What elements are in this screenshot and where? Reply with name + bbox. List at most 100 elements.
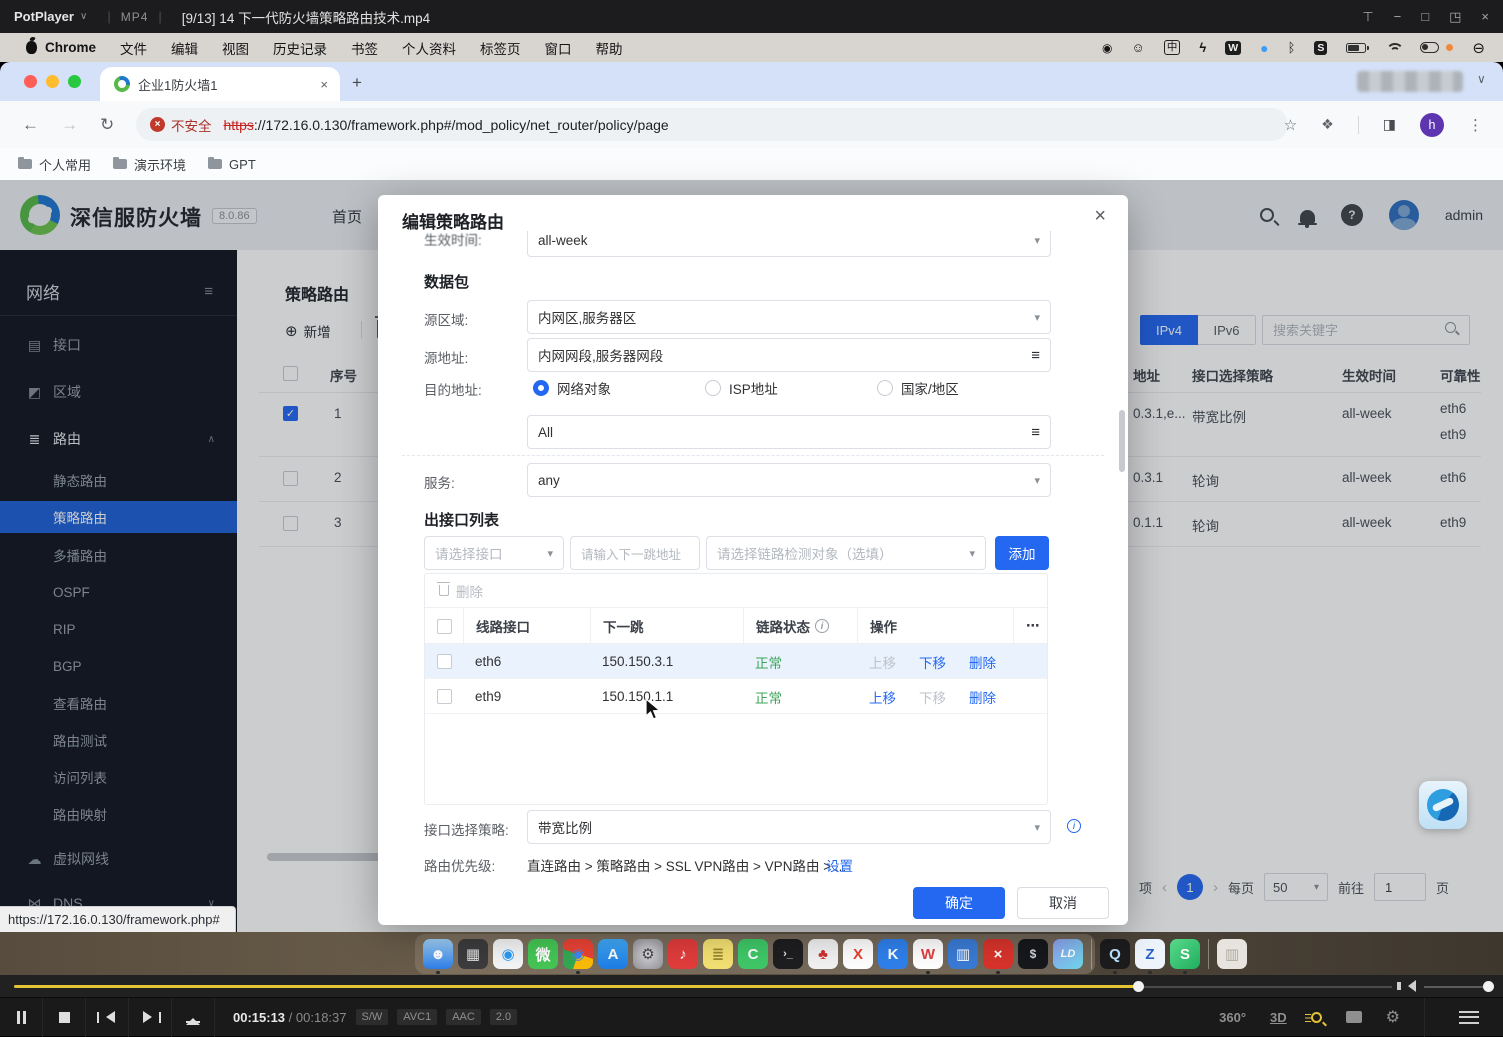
move-up-link[interactable]: 上移 — [869, 644, 896, 679]
priority-settings-link[interactable]: 设置 — [826, 855, 853, 875]
delete-selected-button[interactable]: 删除 — [456, 581, 483, 601]
dock-ldplayer-icon[interactable]: LD — [1053, 939, 1083, 969]
pause-button[interactable] — [0, 998, 43, 1037]
speaker-icon[interactable] — [1402, 980, 1416, 992]
sangfor-float-widget[interactable] — [1419, 781, 1467, 829]
link-probe-select[interactable]: 请选择链路检测对象（选填） ▾ — [706, 536, 986, 570]
volume-track[interactable] — [1424, 986, 1488, 988]
bookmark-folder-demo[interactable]: 演示环境 — [113, 155, 186, 174]
bookmark-star-icon[interactable]: ☆ — [1284, 116, 1297, 134]
extensions-icon[interactable]: ❖ — [1321, 116, 1334, 133]
cancel-button[interactable]: 取消 — [1017, 887, 1109, 919]
menu-view[interactable]: 视图 — [222, 38, 249, 58]
menubar-app-name[interactable]: Chrome — [45, 40, 96, 55]
move-up-link[interactable]: 上移 — [869, 679, 896, 714]
radio-network-object[interactable]: 网络对象 — [533, 378, 611, 398]
tab-search-chevron-icon[interactable]: ∨ — [1477, 72, 1486, 86]
playlist-menu-icon[interactable] — [1459, 1011, 1479, 1024]
list-picker-icon[interactable]: ≡ — [1031, 424, 1040, 441]
page-url[interactable]: https://172.16.0.130/framework.php#/mod_… — [224, 117, 669, 133]
traffic-close-button[interactable] — [24, 75, 37, 88]
view-360-button[interactable]: 360° — [1219, 1010, 1246, 1025]
menu-tabs[interactable]: 标签页 — [480, 38, 521, 58]
reload-button[interactable]: ↻ — [100, 115, 114, 135]
wps-tray-icon[interactable]: W — [1225, 41, 1241, 55]
dock-wechat-icon[interactable]: 微 — [528, 939, 558, 969]
radio-isp-addr[interactable]: ISP地址 — [705, 378, 778, 398]
chevron-down-icon[interactable]: ∨ — [80, 11, 87, 22]
subtitle-icon[interactable] — [1346, 1011, 1362, 1023]
not-secure-label[interactable]: 不安全 — [171, 115, 212, 135]
pin-icon[interactable]: ⊤ — [1362, 9, 1373, 25]
bookmark-folder-gpt[interactable]: GPT — [208, 157, 256, 172]
row-checkbox[interactable] — [437, 654, 452, 669]
ime-icon[interactable]: 中 — [1164, 40, 1181, 55]
settings-gear-icon[interactable]: ⚙ — [1386, 1007, 1400, 1027]
dock-search-tool-icon[interactable]: Q — [1100, 939, 1130, 969]
select-all-checkbox[interactable] — [437, 619, 452, 634]
list-picker-icon[interactable]: ≡ — [1031, 347, 1040, 364]
fullscreen-icon[interactable]: ◳ — [1449, 9, 1461, 25]
browser-tab[interactable]: 企业1防火墙1 × — [100, 67, 340, 101]
record-status-icon[interactable]: ◉ — [1102, 41, 1112, 55]
menu-help[interactable]: 帮助 — [596, 38, 623, 58]
dock-iterm-icon[interactable]: $ — [1018, 939, 1048, 969]
new-tab-button[interactable]: + — [352, 73, 362, 93]
profile-avatar[interactable]: h — [1420, 113, 1444, 137]
dock-wps-icon[interactable]: W — [913, 939, 943, 969]
eject-button[interactable] — [172, 998, 215, 1037]
radio-country-region[interactable]: 国家/地区 — [877, 378, 959, 398]
dnd-icon[interactable]: ⊖ — [1472, 39, 1485, 57]
menu-bookmarks[interactable]: 书签 — [351, 38, 378, 58]
interface-row-eth6[interactable]: eth6 150.150.3.1 正常 上移 下移 删除 — [425, 644, 1047, 679]
dock-douyin-icon[interactable]: ♪ — [668, 939, 698, 969]
view-3d-button[interactable]: 3D — [1270, 1010, 1287, 1025]
interface-row-eth9[interactable]: eth9 150.150.1.1 正常 上移 下移 删除 — [425, 679, 1047, 714]
dock-appstore-icon[interactable]: A — [598, 939, 628, 969]
effective-time-select[interactable]: all-week ▾ — [527, 231, 1051, 257]
previous-button[interactable] — [86, 998, 129, 1037]
not-secure-icon[interactable]: × — [150, 117, 165, 132]
menu-file[interactable]: 文件 — [120, 38, 147, 58]
snip-icon[interactable]: ϟ — [1199, 40, 1206, 55]
dock-launchpad-icon[interactable]: ▦ — [458, 939, 488, 969]
menu-edit[interactable]: 编辑 — [171, 38, 198, 58]
close-icon[interactable]: × — [1481, 9, 1489, 25]
dock-terminal-icon[interactable]: ›_ — [773, 939, 803, 969]
side-panel-icon[interactable]: ◨ — [1383, 116, 1396, 133]
policy-select[interactable]: 带宽比例 ▾ — [527, 810, 1051, 844]
add-interface-button[interactable]: 添加 — [995, 536, 1049, 570]
browser-tray-icon[interactable]: ● — [1260, 40, 1268, 56]
dock-clash-icon[interactable]: Z — [1135, 939, 1165, 969]
potplayer-app-name[interactable]: PotPlayer — [14, 9, 74, 24]
menu-profile[interactable]: 个人资料 — [402, 38, 456, 58]
dock-netease-icon[interactable]: × — [983, 939, 1013, 969]
ok-button[interactable]: 确定 — [913, 887, 1005, 919]
service-select[interactable]: any ▾ — [527, 463, 1051, 497]
smiley-icon[interactable]: ☺ — [1132, 40, 1145, 55]
dock-finder-icon[interactable]: ☻ — [423, 939, 453, 969]
delete-link[interactable]: 删除 — [969, 679, 996, 714]
menu-history[interactable]: 历史记录 — [273, 38, 327, 58]
interface-select[interactable]: 请选择接口 ▾ — [424, 536, 564, 570]
dock-capcut-icon[interactable]: C — [738, 939, 768, 969]
dock-safari-icon[interactable]: ◉ — [493, 939, 523, 969]
dock-settings-icon[interactable]: ⚙ — [633, 939, 663, 969]
minimize-icon[interactable]: − — [1394, 9, 1402, 25]
maximize-icon[interactable]: □ — [1421, 9, 1429, 25]
info-icon[interactable]: i — [815, 619, 829, 633]
dialog-close-icon[interactable]: × — [1094, 205, 1106, 228]
dock-xmind-icon[interactable]: X — [843, 939, 873, 969]
src-addr-input[interactable]: 内网网段,服务器网段 ≡ — [527, 338, 1051, 372]
browser-menu-icon[interactable]: ⋮ — [1468, 116, 1483, 134]
traffic-zoom-button[interactable] — [68, 75, 81, 88]
tab-close-icon[interactable]: × — [320, 77, 328, 92]
dock-poker-icon[interactable]: ♣ — [808, 939, 838, 969]
sunlogin-tray-icon[interactable]: S — [1314, 41, 1327, 55]
volume-knob[interactable] — [1483, 981, 1494, 992]
battery-icon[interactable] — [1346, 43, 1366, 53]
wifi-icon[interactable] — [1385, 42, 1401, 54]
src-zone-select[interactable]: 内网区,服务器区 ▾ — [527, 300, 1051, 334]
row-checkbox[interactable] — [437, 689, 452, 704]
bookmark-folder-personal[interactable]: 个人常用 — [18, 155, 91, 174]
